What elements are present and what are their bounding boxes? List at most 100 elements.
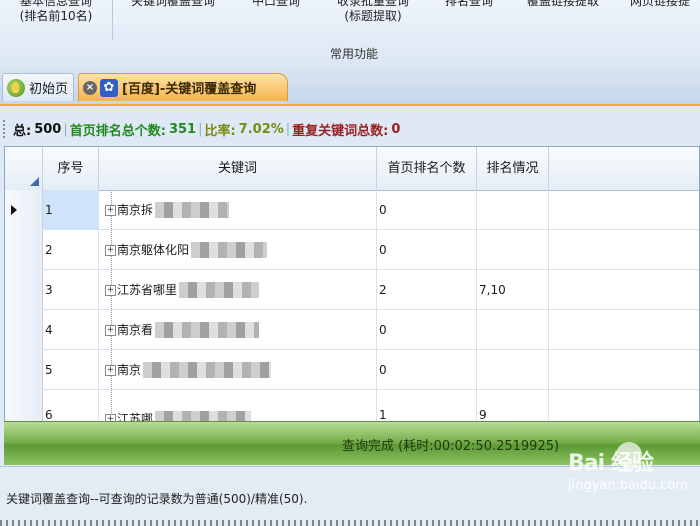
expand-icon[interactable]: +	[105, 364, 116, 376]
cell-keyword[interactable]: + 江苏哪	[99, 390, 377, 421]
cell-first-page-count[interactable]: 0	[377, 350, 477, 390]
basic-info-query-button[interactable]: 基本信息查询 (排名前10名)	[4, 0, 108, 24]
cell-rank[interactable]	[477, 190, 549, 230]
divider: |	[63, 121, 68, 137]
baidu-paw-icon	[616, 442, 642, 468]
tab-home-label: 初始页	[29, 82, 69, 97]
document-tab-bar: 初始页 × ✿ [百度]-关键词覆盖查询	[0, 68, 700, 106]
status-strip	[0, 520, 700, 526]
table-row[interactable]: 4 + 南京看 0	[5, 310, 699, 350]
button-label: 覆盖链接提取	[526, 0, 599, 8]
first-page-label: 首页排名总个数:	[69, 123, 166, 139]
divider: |	[198, 121, 203, 137]
button-label: 收录批量查询	[336, 0, 409, 8]
progress-text: 查询完成 (耗时:00:02:50.2519925)	[342, 439, 560, 454]
cell-index[interactable]: 5	[43, 350, 99, 390]
cell-index[interactable]: 2	[43, 230, 99, 270]
expand-icon[interactable]: +	[105, 204, 116, 216]
toolbar-grip-icon	[3, 120, 8, 138]
coverage-link-extract-button[interactable]: 覆盖链接提取	[516, 0, 610, 9]
button-label: 网页链接提	[629, 0, 690, 8]
redacted-block	[155, 322, 260, 338]
tab-active-label: [百度]-关键词覆盖查询	[122, 82, 257, 97]
ribbon: 基本信息查询 (排名前10名) 关键词覆盖查询 中口查询 收录批量查询 (标题提…	[0, 0, 700, 69]
row-header[interactable]	[5, 390, 43, 421]
redacted-block	[155, 202, 230, 218]
button-label: 中口查询	[251, 0, 300, 8]
cell-first-page-count[interactable]: 0	[377, 230, 477, 270]
cell-index[interactable]: 4	[43, 310, 99, 350]
cell-keyword[interactable]: + 南京躯体化阳	[99, 230, 377, 270]
keyword-text: 江苏省哪里	[117, 283, 178, 297]
total-label: 总:	[13, 123, 32, 139]
row-header[interactable]	[5, 270, 43, 310]
redacted-block	[191, 242, 268, 258]
divider: |	[285, 121, 291, 137]
cell-keyword[interactable]: + 南京拆	[99, 190, 377, 230]
select-all-corner[interactable]	[5, 147, 43, 190]
summary-bar: 总: 500 | 首页排名总个数: 351 | 比率: 7.02% | 重复关键…	[0, 114, 700, 144]
cell-first-page-count[interactable]: 0	[377, 190, 477, 230]
button-sublabel: (排名前10名)	[19, 9, 93, 23]
ribbon-separator	[112, 0, 113, 40]
column-header-index[interactable]: 序号	[43, 147, 99, 190]
expand-icon[interactable]: +	[105, 284, 116, 296]
ribbon-group-label: 常用功能	[330, 47, 379, 61]
baidu-jingyan-watermark: Bai 经验 jingyan.baidu.com	[568, 440, 688, 510]
cell-rank[interactable]	[477, 350, 549, 390]
expand-icon[interactable]: +	[105, 244, 116, 256]
keyword-coverage-query-button[interactable]: 关键词覆盖查询	[118, 0, 228, 9]
cell-first-page-count[interactable]: 2	[377, 270, 477, 310]
tab-home[interactable]: 初始页	[2, 73, 74, 101]
row-header[interactable]	[5, 310, 43, 350]
cell-first-page-count[interactable]: 1	[377, 390, 477, 421]
column-header-first-page-count[interactable]: 首页排名个数	[377, 147, 477, 190]
column-header-keyword[interactable]: 关键词	[99, 147, 377, 190]
ratio-value: 7.02%	[238, 121, 284, 137]
row-header[interactable]	[5, 230, 43, 270]
total-value: 500	[34, 121, 62, 137]
button-label: 排名查询	[444, 0, 493, 8]
button-sublabel: (标题提取)	[344, 9, 402, 23]
redacted-block	[143, 362, 272, 378]
close-tab-icon[interactable]: ×	[83, 80, 97, 95]
cell-keyword[interactable]: + 江苏省哪里	[99, 270, 377, 310]
column-header-rank[interactable]: 排名情况	[477, 147, 549, 190]
table-row[interactable]: 6 + 江苏哪 1 9	[5, 390, 699, 421]
ratio-label: 比率:	[204, 123, 236, 139]
baidu-paw-icon: ✿	[100, 78, 118, 97]
button-label: 关键词覆盖查询	[130, 0, 215, 8]
button-label: 基本信息查询	[19, 0, 92, 8]
cell-rank[interactable]: 9	[477, 390, 549, 421]
keyword-text: 南京拆	[117, 203, 154, 217]
table-row[interactable]: 3 + 江苏省哪里 2 7,10	[5, 270, 699, 310]
status-message: 关键词覆盖查询--可查询的记录数为普通(500)/精准(50).	[6, 492, 308, 506]
first-page-value: 351	[168, 121, 197, 137]
duplicate-value: 0	[391, 121, 401, 137]
keyword-text: 南京躯体化阳	[117, 243, 190, 257]
batch-index-query-button[interactable]: 收录批量查询 (标题提取)	[324, 0, 422, 24]
cell-rank[interactable]: 7,10	[477, 270, 549, 310]
row-header-current[interactable]	[5, 190, 43, 230]
results-grid[interactable]: 序号 关键词 首页排名个数 排名情况 1 + 南京拆 0 2 + 南京躯体化阳 …	[4, 146, 700, 422]
table-row[interactable]: 2 + 南京躯体化阳 0	[5, 230, 699, 270]
expand-icon[interactable]: +	[105, 324, 116, 336]
rank-query-button[interactable]: 排名查询	[432, 0, 506, 9]
keyword-text: 南京看	[117, 323, 154, 337]
page-link-extract-button[interactable]: 网页链接提	[620, 0, 700, 9]
tab-keyword-coverage[interactable]: × ✿ [百度]-关键词覆盖查询	[78, 73, 288, 101]
cell-rank[interactable]	[477, 230, 549, 270]
cell-index[interactable]: 3	[43, 270, 99, 310]
cell-index[interactable]: 1	[43, 190, 99, 230]
home-globe-icon	[7, 78, 25, 97]
keyword-text: 南京	[117, 363, 142, 377]
entry-query-button[interactable]: 中口查询	[238, 0, 314, 9]
cell-keyword[interactable]: + 南京看	[99, 310, 377, 350]
cell-index[interactable]: 6	[43, 390, 99, 421]
cell-keyword[interactable]: + 南京	[99, 350, 377, 390]
table-row[interactable]: 1 + 南京拆 0	[5, 190, 699, 230]
table-row[interactable]: 5 + 南京 0	[5, 350, 699, 390]
cell-first-page-count[interactable]: 0	[377, 310, 477, 350]
row-header[interactable]	[5, 350, 43, 390]
cell-rank[interactable]	[477, 310, 549, 350]
